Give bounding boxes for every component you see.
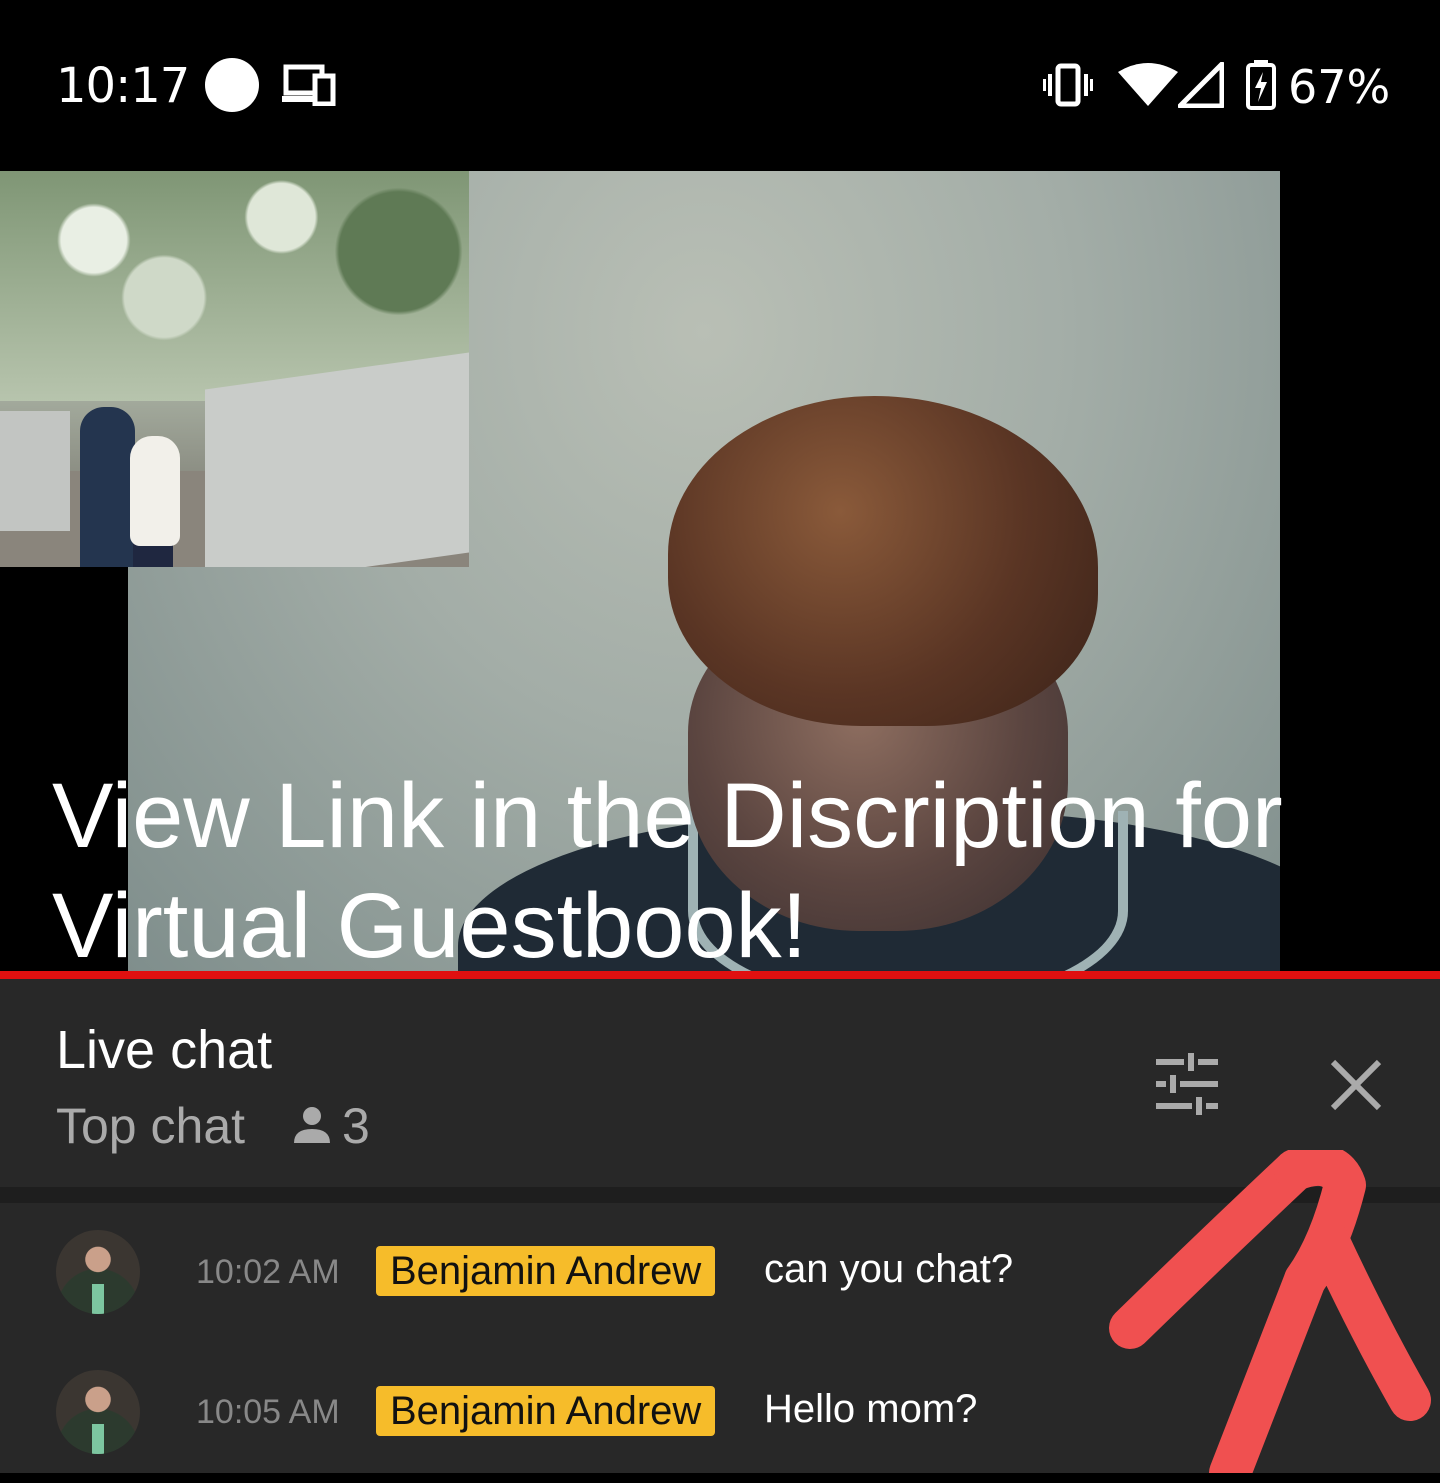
author-name-badge[interactable]: Benjamin Andrew [376,1386,716,1436]
bridge-wall-left [0,411,70,531]
message-time: 10:05 AM [196,1393,340,1431]
filter-sliders-icon[interactable] [1154,1053,1220,1115]
close-icon[interactable] [1330,1059,1382,1111]
person-icon [294,1107,330,1143]
video-progress-bar[interactable] [0,971,1440,979]
live-chat-title: Live chat [56,1020,273,1080]
cell-signal-icon [1178,62,1224,108]
avatar-tie [92,1284,104,1314]
author-avatar[interactable] [56,1370,140,1454]
status-time: 10:17 [56,58,190,114]
couple-photo-inset [0,171,469,567]
cast-devices-icon [282,64,336,106]
status-bar: 10:17 67% [0,0,1440,171]
video-player[interactable]: View Link in the Discription for Virtual… [0,171,1440,974]
wifi-icon [1118,63,1178,106]
author-avatar[interactable] [56,1230,140,1314]
annotation-arrow [1109,1150,1431,1473]
man-figure [80,407,135,567]
chat-mode-selector[interactable]: Top chat [56,1097,245,1155]
viewer-count: 3 [342,1098,370,1154]
bridge-wall [205,352,469,567]
message-text: can you chat? [764,1247,1014,1291]
woman-figure [130,436,180,546]
battery-percent: 67% [1288,60,1391,114]
battery-charging-icon [1246,60,1276,110]
message-time: 10:02 AM [196,1253,340,1291]
vibrate-icon [1043,63,1093,107]
video-caption: View Link in the Discription for Virtual… [52,765,1283,974]
avatar-tie [92,1424,104,1454]
message-text: Hello mom? [764,1387,978,1431]
recording-dot-icon [205,58,259,112]
person-hair [668,396,1098,726]
author-name-badge[interactable]: Benjamin Andrew [376,1246,716,1296]
